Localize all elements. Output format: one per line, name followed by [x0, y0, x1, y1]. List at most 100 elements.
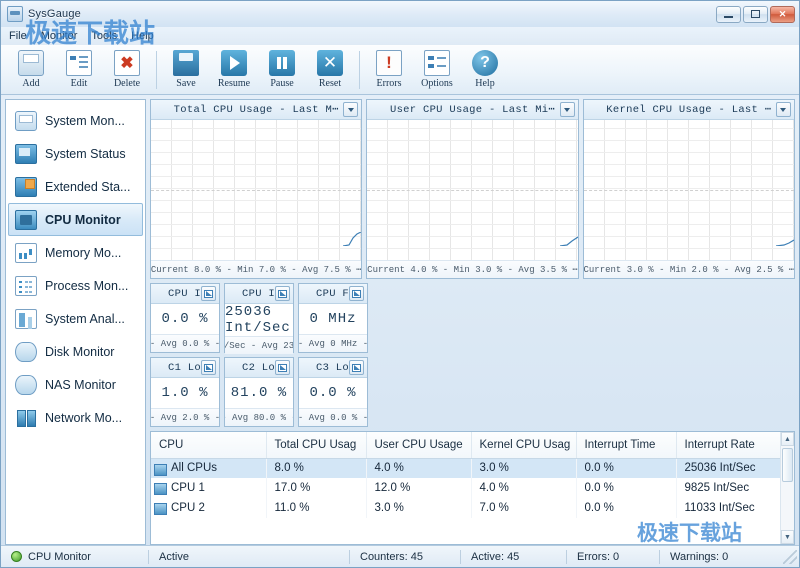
pause-button[interactable]: Pause [258, 47, 306, 93]
column-header-interrupt-time[interactable]: Interrupt Time [576, 432, 676, 458]
chart-plot-area [151, 120, 361, 260]
memory-icon [15, 243, 37, 263]
cell-cpu: CPU 1 [151, 478, 266, 498]
sidebar-item-system-analysis[interactable]: System Anal... [8, 302, 143, 335]
chevron-down-icon[interactable] [776, 102, 791, 117]
reset-button[interactable]: Reset [306, 47, 354, 93]
chevron-down-icon[interactable] [343, 102, 358, 117]
chart-panel-total-cpu: Total CPU Usage - Last M⋯ Current 8.0 % … [150, 99, 362, 279]
gauge-title: C3 Low-Power Time [316, 362, 350, 374]
sidebar-item-process-monitor[interactable]: Process Mon... [8, 269, 143, 302]
sidebar-item-system-monitor[interactable]: System Mon... [8, 104, 143, 137]
sidebar-item-network-monitor[interactable]: Network Mo... [8, 401, 143, 434]
chevron-down-icon[interactable] [560, 102, 575, 117]
pause-icon [269, 50, 295, 76]
sidebar-item-nas-monitor[interactable]: NAS Monitor [8, 368, 143, 401]
edit-label: Edit [71, 78, 88, 89]
chart-view-icon[interactable] [275, 286, 290, 301]
maximize-icon [751, 10, 760, 18]
cell-total-cpu-usage: 8.0 % [266, 458, 366, 478]
errors-label: Errors [377, 78, 402, 89]
maximize-button[interactable] [743, 6, 768, 23]
column-header-interrupt-rate[interactable]: Interrupt Rate [676, 432, 791, 458]
table-scrollbar[interactable]: ▲ ▼ [780, 432, 794, 544]
gauge-footer: Min 0 MHz - Avg 0 MHz - Max 0 MHz [299, 334, 367, 352]
options-label: Options [421, 78, 453, 89]
resize-grip-icon[interactable] [783, 550, 797, 564]
chart-line-trace [560, 232, 578, 246]
chart-panel-user-cpu: User CPU Usage - Last Mi⋯ Current 4.0 % … [366, 99, 578, 279]
scroll-up-icon[interactable]: ▲ [781, 432, 794, 446]
play-icon [221, 50, 247, 76]
cell-kernel-cpu-usage: 7.0 % [471, 498, 576, 518]
errors-button[interactable]: Errors [365, 47, 413, 93]
chart-view-icon[interactable] [201, 286, 216, 301]
chart-panel-kernel-cpu: Kernel CPU Usage - Last ⋯ Current 3.0 % … [583, 99, 795, 279]
table-row[interactable]: CPU 1 17.0 % 12.0 % 4.0 % 0.0 % 9825 Int… [151, 478, 791, 498]
sidebar-item-extended-status[interactable]: Extended Sta... [8, 170, 143, 203]
reset-label: Reset [319, 78, 341, 89]
table-row[interactable]: CPU 2 11.0 % 3.0 % 7.0 % 0.0 % 11033 Int… [151, 498, 791, 518]
sidebar-item-label: System Mon... [45, 114, 125, 128]
toolbar-separator [156, 51, 157, 89]
minimize-icon [724, 16, 733, 18]
gauge-footer: Min 79.0 % - Avg 80.0 % - Max 81.0 % [225, 408, 293, 426]
table-row[interactable]: All CPUs 8.0 % 4.0 % 3.0 % 0.0 % 25036 I… [151, 458, 791, 478]
scroll-down-icon[interactable]: ▼ [781, 530, 794, 544]
gauge-value: 81.0 % [225, 378, 293, 408]
add-button[interactable]: Add [7, 47, 55, 93]
help-icon [472, 50, 498, 76]
gauge-header: CPU Frequency [299, 284, 367, 304]
cell-total-cpu-usage: 11.0 % [266, 498, 366, 518]
extended-status-icon [15, 177, 37, 197]
help-button[interactable]: Help [461, 47, 509, 93]
status-errors: Errors: 0 [567, 546, 659, 567]
status-active: Active: 45 [461, 546, 566, 567]
sidebar-item-disk-monitor[interactable]: Disk Monitor [8, 335, 143, 368]
column-header-cpu[interactable]: CPU [151, 432, 266, 458]
chart-title: User CPU Usage - Last Mi⋯ [390, 103, 555, 116]
network-icon [15, 408, 37, 428]
menu-item-help[interactable]: Help [131, 30, 154, 42]
close-icon: ✕ [779, 9, 787, 20]
options-button[interactable]: Options [413, 47, 461, 93]
column-header-user-cpu-usage[interactable]: User CPU Usage [366, 432, 471, 458]
window-controls: ✕ [716, 6, 795, 23]
chart-view-icon[interactable] [349, 360, 364, 375]
chart-view-icon[interactable] [349, 286, 364, 301]
cpu-table-grid: CPU Total CPU Usag User CPU Usage Kernel… [151, 432, 792, 518]
resume-button[interactable]: Resume [210, 47, 258, 93]
gauge-header: C1 Low-Power Time [151, 358, 219, 378]
minimize-button[interactable] [716, 6, 741, 23]
gauge-panel-c1-low-power: C1 Low-Power Time 1.0 % Min 1.0 % - Avg … [150, 357, 220, 427]
delete-button[interactable]: Delete [103, 47, 151, 93]
system-analysis-icon [15, 309, 37, 329]
chart-view-icon[interactable] [201, 360, 216, 375]
chart-view-icon[interactable] [275, 360, 290, 375]
column-header-total-cpu-usage[interactable]: Total CPU Usag [266, 432, 366, 458]
sidebar-item-system-status[interactable]: System Status [8, 137, 143, 170]
save-button[interactable]: Save [162, 47, 210, 93]
gauge-footer: Min 21380 Int/Sec - Avg 23208 Int/Sec ⋯ [225, 336, 293, 354]
gauge-header: CPU Interrupt Time [151, 284, 219, 304]
menu-item-file[interactable]: File [9, 30, 27, 42]
delete-label: Delete [114, 78, 140, 89]
column-header-kernel-cpu-usage[interactable]: Kernel CPU Usag [471, 432, 576, 458]
sidebar-item-cpu-monitor[interactable]: CPU Monitor [8, 203, 143, 236]
menu-item-tools[interactable]: Tools [91, 30, 117, 42]
gauge-value: 0.0 % [151, 304, 219, 334]
sidebar-item-memory-monitor[interactable]: Memory Mo... [8, 236, 143, 269]
gauge-footer: Min 1.0 % - Avg 2.0 % - Max 3.0 % [151, 408, 219, 426]
status-monitor-label: CPU Monitor [28, 551, 91, 563]
edit-button[interactable]: Edit [55, 47, 103, 93]
menu-item-monitor[interactable]: Monitor [41, 30, 78, 42]
close-button[interactable]: ✕ [770, 6, 795, 23]
cell-interrupt-time: 0.0 % [576, 478, 676, 498]
scrollbar-thumb[interactable] [782, 448, 793, 482]
sidebar-item-label: Process Mon... [45, 279, 128, 293]
toolbar-separator [359, 51, 360, 89]
save-icon [173, 50, 199, 76]
sidebar-item-label: CPU Monitor [45, 213, 121, 227]
errors-icon [376, 50, 402, 76]
pause-label: Pause [270, 78, 293, 89]
